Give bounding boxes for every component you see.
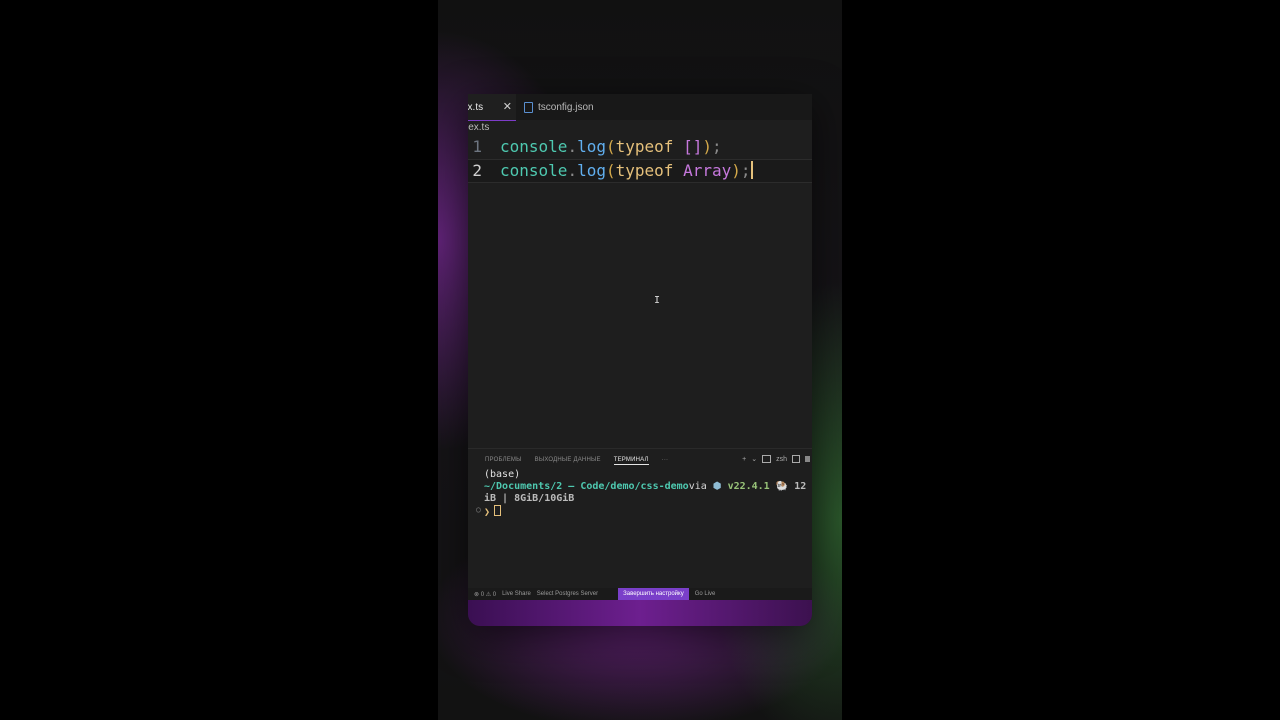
code-line-current[interactable]: 2 console.log(typeof Array); (468, 159, 812, 183)
split-icon[interactable] (792, 455, 800, 463)
code-line[interactable]: 1 console.log(typeof []); (468, 136, 812, 158)
status-bar: ⊗ 0 ⚠ 0 Live Share Select Postgres Serve… (468, 588, 812, 600)
memory-icon: 🐏 (775, 481, 789, 492)
terminal-marker-icon: ○ (476, 505, 481, 514)
tab-problems[interactable]: ПРОБЛЕМЫ (485, 457, 522, 465)
chevron-down-icon[interactable]: ⌄ (751, 455, 757, 463)
breadcrumb-file: lex.ts (468, 122, 490, 133)
code-text: console.log(typeof Array); (500, 161, 753, 180)
breadcrumb[interactable]: lex.ts (468, 122, 489, 136)
bottom-panel: ПРОБЛЕМЫ ВЫХОДНЫЕ ДАННЫЕ ТЕРМИНАЛ ··· + … (468, 448, 812, 589)
more-icon[interactable]: ··· (662, 457, 669, 465)
panel-toolbar: + ⌄ zsh (742, 455, 810, 463)
text-cursor (750, 161, 753, 179)
file-icon (524, 102, 533, 113)
go-live-button[interactable]: Go Live (695, 591, 716, 597)
tab-terminal[interactable]: ТЕРМИНАЛ (613, 457, 649, 465)
terminal-icon (762, 455, 772, 463)
tab-tsconfig-json[interactable]: tsconfig.json (516, 94, 612, 120)
terminal-output[interactable]: (base) ~/Documents/2 – Code/demo/css-dem… (484, 469, 806, 519)
node-version: v22.4.1 (727, 481, 770, 492)
tab-label: ex.ts (468, 101, 484, 113)
memory-usage: iB | 8GiB/10GiB (484, 493, 575, 504)
window-bottom-glow (468, 600, 812, 626)
terminal-via: via (688, 481, 707, 492)
code-text: console.log(typeof []); (500, 137, 722, 156)
tab-output[interactable]: ВЫХОДНЫЕ ДАННЫЕ (535, 457, 601, 465)
live-share-button[interactable]: Live Share (502, 591, 531, 597)
tab-label: tsconfig.json (538, 101, 594, 113)
problems-count[interactable]: ⊗ 0 ⚠ 0 (474, 591, 496, 598)
line-number: 2 (472, 161, 482, 180)
finish-setup-button[interactable]: Завершить настройку (618, 588, 689, 600)
add-terminal-icon[interactable]: + (742, 456, 746, 463)
shell-name[interactable]: zsh (776, 456, 787, 463)
ibeam-cursor-icon: I (654, 295, 661, 306)
close-icon[interactable]: ✕ (503, 100, 512, 113)
tab-index-ts[interactable]: ex.ts ✕ (468, 94, 516, 121)
node-icon: ⬢ (712, 481, 722, 492)
terminal-line: (base) (484, 469, 521, 480)
trash-icon[interactable] (805, 456, 810, 462)
tab-bar: ex.ts ✕ tsconfig.json (468, 94, 812, 121)
editor-window: ex.ts ✕ tsconfig.json lex.ts 1 console.l… (468, 94, 812, 626)
memory-tail: 12 (794, 481, 807, 492)
postgres-server-button[interactable]: Select Postgres Server (537, 591, 598, 597)
video-frame: ex.ts ✕ tsconfig.json lex.ts 1 console.l… (438, 0, 842, 720)
line-number: 1 (472, 137, 482, 156)
terminal-path: ~/Documents/2 – Code/demo/css-demo (484, 481, 689, 492)
terminal-cursor (494, 505, 502, 516)
prompt-icon: ❯ (484, 507, 491, 518)
panel-tabs: ПРОБЛЕМЫ ВЫХОДНЫЕ ДАННЫЕ ТЕРМИНАЛ ··· (485, 457, 668, 465)
